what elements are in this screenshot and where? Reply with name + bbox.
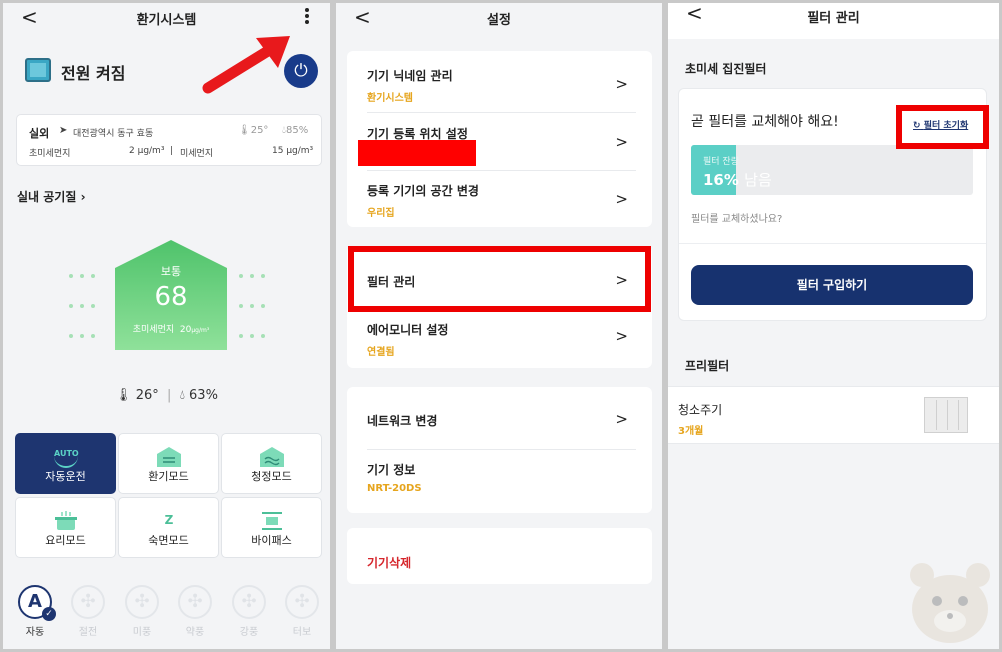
cooking-icon bbox=[55, 511, 77, 530]
air-monitor-row[interactable]: 에어모니터 설정 연결됨 > bbox=[367, 321, 636, 358]
thermometer-icon: 🌡︎ bbox=[115, 388, 132, 403]
bar-label: 필터 잔량 bbox=[703, 157, 739, 167]
outdoor-weather-card: 실외 ➤ 대전광역시 동구 효동 🌡︎25° 💧︎85% 초미세먼지 2 μg/… bbox=[16, 114, 322, 166]
airflow-dots bbox=[69, 263, 103, 278]
page-title: 필터 관리 bbox=[807, 11, 860, 26]
fan-icon: ✣ bbox=[71, 585, 105, 619]
air-sub: 초미세먼지 20μg/m³ bbox=[132, 325, 210, 335]
fan-turbo[interactable]: ✣ 터보 bbox=[284, 585, 320, 638]
chevron-right-icon: > bbox=[615, 327, 628, 345]
air-status: 보통 bbox=[160, 265, 182, 278]
indoor-air-link[interactable]: 실내 공기질 › bbox=[17, 188, 86, 205]
annotation-arrow bbox=[202, 36, 290, 94]
separator: | bbox=[170, 146, 174, 156]
check-icon: ✓ bbox=[42, 607, 56, 621]
fan-power-save[interactable]: ✣ 절전 bbox=[70, 585, 106, 638]
filter-management-screen: < 필터 관리 초미세 집진필터 곧 필터를 교체해야 해요! 필터 잔량 16… bbox=[668, 3, 999, 649]
chevron-right-icon: > bbox=[615, 410, 628, 428]
divider bbox=[367, 170, 636, 171]
auto-icon: AUTO bbox=[54, 446, 79, 468]
chevron-right-icon: > bbox=[615, 75, 628, 93]
power-button[interactable]: ⏻ bbox=[284, 54, 318, 88]
page-title: 환기시스템 bbox=[136, 13, 197, 28]
outdoor-temp: 🌡︎25° bbox=[238, 125, 269, 136]
chevron-right-icon: > bbox=[615, 133, 628, 151]
device-info-row[interactable]: 기기 정보 NRT-20DS bbox=[367, 461, 636, 494]
settings-group-network: 네트워크 변경 > 기기 정보 NRT-20DS bbox=[347, 387, 652, 513]
sleep-icon: Z bbox=[164, 513, 174, 527]
filter-image bbox=[924, 397, 968, 433]
power-status: 전원 켜짐 bbox=[61, 64, 126, 83]
filter-message: 곧 필터를 교체해야 해요! bbox=[691, 114, 839, 130]
divider bbox=[679, 243, 986, 244]
header: < 필터 관리 bbox=[668, 3, 999, 37]
outdoor-title: 실외 bbox=[29, 127, 50, 140]
cleaning-cycle-value: 3개월 bbox=[678, 426, 704, 437]
header: < 설정 bbox=[336, 3, 662, 37]
mode-purify[interactable]: 청정모드 bbox=[221, 433, 322, 494]
fan-icon: ✣ bbox=[178, 585, 212, 619]
filter-reset-button[interactable]: ↻ 필터 초기화 bbox=[896, 105, 989, 149]
nickname-row[interactable]: 기기 닉네임 관리 환기시스템 > bbox=[367, 67, 636, 104]
cleaning-cycle-label: 청소주기 bbox=[678, 403, 723, 417]
mode-sleep[interactable]: Z 숙면모드 bbox=[118, 497, 219, 558]
pre-filter-card: 청소주기 3개월 bbox=[668, 386, 999, 444]
bear-mascot-icon bbox=[910, 563, 990, 643]
fan-icon: ✣ bbox=[285, 585, 319, 619]
delete-device-button[interactable]: 기기삭제 bbox=[367, 554, 411, 571]
mode-bypass[interactable]: 바이패스 bbox=[221, 497, 322, 558]
pm10-label: 미세먼지 bbox=[180, 149, 214, 159]
network-row[interactable]: 네트워크 변경 > bbox=[367, 410, 636, 429]
indoor-climate: 🌡︎ 26° | 💧︎ 63% bbox=[115, 388, 218, 403]
page-title: 설정 bbox=[487, 13, 511, 28]
bar-percent: 16% 남음 bbox=[703, 171, 772, 189]
pm10-value: 15 μg/m³ bbox=[272, 146, 314, 156]
chevron-right-icon: > bbox=[615, 190, 628, 208]
settings-screen: < 설정 기기 닉네임 관리 환기시스템 > 기기 등록 위치 설정 > 등록 … bbox=[336, 3, 662, 649]
purify-icon bbox=[260, 447, 284, 467]
settings-group-device: 기기 닉네임 관리 환기시스템 > 기기 등록 위치 설정 > 등록 기기의 공… bbox=[347, 51, 652, 227]
droplet-icon: 💧︎ bbox=[179, 388, 185, 403]
airflow-dots bbox=[239, 323, 273, 338]
refresh-icon: ↻ bbox=[913, 121, 921, 131]
fan-icon: ✣ bbox=[125, 585, 159, 619]
space-row[interactable]: 등록 기기의 공간 변경 우리집 > bbox=[367, 182, 636, 219]
section-fine-dust-filter: 초미세 집진필터 bbox=[685, 62, 767, 76]
location-name: 대전광역시 동구 효동 bbox=[73, 129, 154, 139]
ventilation-icon bbox=[157, 447, 181, 467]
mode-ventilation[interactable]: 환기모드 bbox=[118, 433, 219, 494]
more-options-icon[interactable] bbox=[304, 8, 310, 26]
filter-remaining-bar: 필터 잔량 16% 남음 bbox=[691, 145, 973, 195]
buy-filter-button[interactable]: 필터 구입하기 bbox=[691, 265, 973, 305]
fan-auto[interactable]: A ✓ 자동 bbox=[17, 585, 56, 638]
mode-cooking[interactable]: 요리모드 bbox=[15, 497, 116, 558]
fine-dust-value: 2 μg/m³ bbox=[129, 146, 165, 156]
bypass-icon bbox=[262, 512, 282, 530]
divider bbox=[367, 449, 636, 450]
airflow-dots bbox=[239, 293, 273, 308]
divider bbox=[367, 112, 636, 113]
fan-breeze[interactable]: ✣ 미풍 bbox=[124, 585, 160, 638]
air-value: 68 bbox=[154, 282, 188, 312]
fine-dust-label: 초미세먼지 bbox=[29, 149, 71, 159]
fan-strong[interactable]: ✣ 강풍 bbox=[231, 585, 267, 638]
highlight-box bbox=[348, 246, 651, 312]
device-icon bbox=[25, 58, 51, 82]
redacted-location bbox=[358, 140, 476, 166]
fan-weak[interactable]: ✣ 약풍 bbox=[177, 585, 213, 638]
airflow-dots bbox=[239, 263, 273, 278]
airflow-dots bbox=[69, 293, 103, 308]
replace-question: 필터를 교체하셨나요? bbox=[691, 214, 783, 225]
chevron-right-icon: › bbox=[80, 190, 86, 204]
mode-auto[interactable]: AUTO 자동운전 bbox=[15, 433, 116, 494]
device-home-screen: < 환기시스템 전원 켜짐 ⏻ 실외 ➤ 대전광역시 동구 효동 🌡︎25° 💧… bbox=[3, 3, 330, 649]
location-icon: ➤ bbox=[59, 125, 68, 136]
outdoor-humidity: 💧︎85% bbox=[282, 125, 309, 136]
section-pre-filter: 프리필터 bbox=[685, 359, 730, 373]
fan-icon: ✣ bbox=[232, 585, 266, 619]
airflow-dots bbox=[69, 323, 103, 338]
